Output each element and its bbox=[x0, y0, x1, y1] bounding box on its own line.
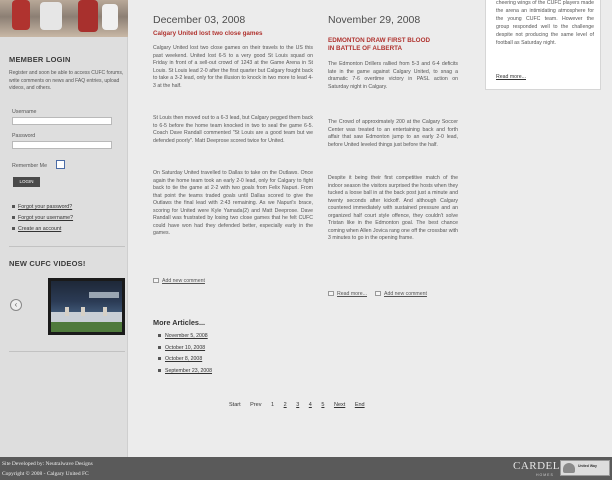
divider bbox=[9, 351, 125, 352]
forgot-username-link[interactable]: Forgot your username? bbox=[12, 215, 73, 221]
post-title[interactable]: EDMONTON DRAW FIRST BLOOD IN BATTLE OF A… bbox=[328, 37, 438, 53]
pagination: Start Prev 1 2 3 4 5 Next End bbox=[229, 402, 373, 408]
post-paragraph: Despite it being their first competitive… bbox=[328, 175, 458, 242]
pager-next[interactable]: Next bbox=[334, 402, 345, 408]
bullet-icon bbox=[158, 357, 161, 361]
remember-me-checkbox[interactable] bbox=[56, 160, 65, 169]
post-title[interactable]: Calgary United lost two close games bbox=[153, 30, 313, 38]
login-intro-text: Register and soon be able to access CUFC… bbox=[9, 70, 124, 92]
partner-logo[interactable]: United Way bbox=[560, 460, 610, 476]
read-more-link[interactable]: Read more... bbox=[328, 291, 367, 297]
post-paragraph: On Saturday United travelled to Dallas t… bbox=[153, 170, 313, 237]
post-paragraph: Calgary United lost two close games on t… bbox=[153, 45, 313, 89]
password-field[interactable] bbox=[12, 141, 112, 149]
header-action-photo bbox=[0, 0, 128, 37]
sponsor-logo-subtext: HOMES bbox=[536, 473, 554, 477]
more-article-link[interactable]: October 10, 2008 bbox=[158, 345, 205, 351]
bullet-icon bbox=[158, 369, 161, 373]
login-button[interactable]: LOGIN bbox=[13, 177, 40, 187]
bullet-icon bbox=[12, 216, 15, 220]
post-paragraph: The Edmonton Drillers rallied from 5-3 a… bbox=[328, 61, 458, 90]
create-account-link[interactable]: Create an account bbox=[12, 226, 61, 232]
post-paragraph: St Louis then moved out to a 6-3 lead, b… bbox=[153, 115, 313, 144]
video-thumbnail[interactable] bbox=[48, 278, 125, 335]
pager-page-link[interactable]: 4 bbox=[309, 402, 312, 408]
widget-read-more-link[interactable]: Read more... bbox=[496, 74, 526, 80]
bullet-icon bbox=[12, 205, 15, 209]
forgot-password-link[interactable]: Forgot your password? bbox=[12, 204, 72, 210]
new-videos-heading: NEW CUFC VIDEOS! bbox=[9, 259, 86, 268]
comment-icon bbox=[153, 278, 159, 284]
read-more-icon bbox=[328, 291, 334, 297]
pager-page-link[interactable]: 2 bbox=[284, 402, 287, 408]
username-field[interactable] bbox=[12, 117, 112, 125]
hand-icon bbox=[563, 463, 575, 473]
add-comment-link[interactable]: Add new comment bbox=[375, 291, 427, 297]
pager-prev: Prev bbox=[250, 402, 262, 408]
bullet-icon bbox=[12, 227, 15, 231]
username-label: Username bbox=[12, 109, 37, 115]
divider bbox=[9, 246, 125, 247]
circle-arrow-left-icon[interactable]: ‹ bbox=[10, 299, 22, 311]
bullet-icon bbox=[158, 346, 161, 350]
more-article-link[interactable]: November 5, 2008 bbox=[158, 333, 208, 339]
post-date: December 03, 2008 bbox=[153, 14, 246, 26]
post-date: November 29, 2008 bbox=[328, 14, 421, 26]
footer: Site Developed by: Neutralwave Designs C… bbox=[0, 457, 612, 480]
bullet-icon bbox=[158, 334, 161, 338]
developer-credit[interactable]: Site Developed by: Neutralwave Designs bbox=[2, 461, 93, 467]
pager-page-link[interactable]: 3 bbox=[296, 402, 299, 408]
copyright-text: Copyright © 2008 - Calgary United FC bbox=[2, 471, 89, 477]
member-login-heading: MEMBER LOGIN bbox=[9, 55, 71, 64]
pager-page-current: 1 bbox=[271, 402, 275, 408]
comment-icon bbox=[375, 291, 381, 297]
password-label: Password bbox=[12, 133, 36, 139]
pager-end[interactable]: End bbox=[355, 402, 365, 408]
pager-start: Start bbox=[229, 402, 241, 408]
add-comment-link[interactable]: Add new comment bbox=[153, 278, 205, 284]
pager-page-link[interactable]: 5 bbox=[321, 402, 324, 408]
more-article-link[interactable]: October 8, 2008 bbox=[158, 356, 202, 362]
post-paragraph: The Crowd of approximately 200 at the Ca… bbox=[328, 119, 458, 148]
more-article-link[interactable]: September 23, 2008 bbox=[158, 368, 212, 374]
more-articles-heading: More Articles... bbox=[153, 318, 206, 327]
remember-me-label: Remember Me bbox=[12, 163, 48, 169]
widget-text: cheering wings of the CUFC players made … bbox=[496, 0, 594, 46]
sponsor-logo[interactable]: CARDEL bbox=[513, 460, 560, 472]
